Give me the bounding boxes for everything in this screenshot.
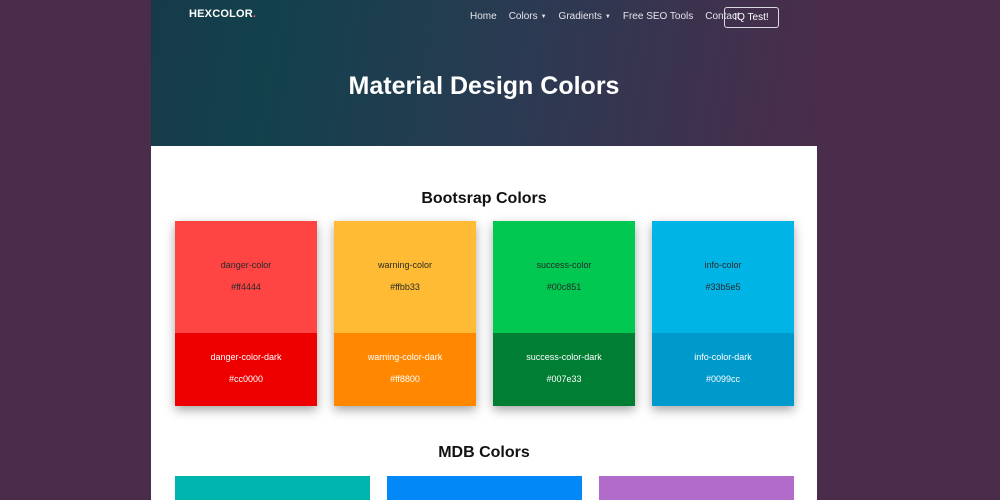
hero-header: HEXCOLOR. Home Colors ▼ Gradients ▼ Free… bbox=[151, 0, 817, 146]
color-hex-dark: #007e33 bbox=[546, 374, 582, 384]
brand-name: HEXCOLOR bbox=[189, 8, 253, 20]
color-swatch-danger-dark[interactable]: danger-color-dark #cc0000 bbox=[175, 333, 317, 406]
nav-free-seo-tools-label: Free SEO Tools bbox=[622, 11, 694, 22]
nav-free-seo-tools[interactable]: Free SEO Tools bbox=[623, 11, 693, 22]
color-swatch-success[interactable]: success-color #00c851 bbox=[493, 221, 635, 333]
caret-down-icon: ▼ bbox=[540, 13, 547, 20]
nav-gradients-label: Gradients bbox=[558, 11, 602, 22]
color-swatch-success-dark[interactable]: success-color-dark #007e33 bbox=[493, 333, 635, 406]
color-hex: #ffbb33 bbox=[390, 282, 420, 292]
color-hex-dark: #cc0000 bbox=[228, 374, 264, 384]
color-name-dark: warning-color-dark bbox=[367, 352, 443, 362]
color-hex: #00c851 bbox=[546, 282, 582, 292]
color-card-success[interactable]: success-color #00c851 success-color-dark… bbox=[493, 221, 635, 406]
color-name: warning-color bbox=[377, 260, 433, 270]
page-title: Material Design Colors bbox=[348, 72, 620, 100]
nav-colors-dropdown[interactable]: Colors ▼ bbox=[509, 11, 547, 22]
page-container: HEXCOLOR. Home Colors ▼ Gradients ▼ Free… bbox=[151, 0, 817, 500]
color-name: success-color bbox=[536, 260, 592, 270]
color-swatch-danger[interactable]: danger-color #ff4444 bbox=[175, 221, 317, 333]
color-swatch-info[interactable]: info-color #33b5e5 bbox=[652, 221, 794, 333]
nav-colors-label: Colors bbox=[508, 11, 538, 22]
nav-home[interactable]: Home bbox=[470, 11, 497, 22]
color-hex: #ff4444 bbox=[231, 282, 261, 292]
color-hex-dark: #ff8800 bbox=[390, 374, 420, 384]
nav-home-label: Home bbox=[470, 11, 497, 22]
color-name-dark: info-color-dark bbox=[694, 352, 752, 362]
mdb-color-cards bbox=[175, 476, 794, 500]
bootstrap-color-cards: danger-color #ff4444 danger-color-dark #… bbox=[175, 221, 794, 406]
color-card-info[interactable]: info-color #33b5e5 info-color-dark #0099… bbox=[652, 221, 794, 406]
color-swatch-warning[interactable]: warning-color #ffbb33 bbox=[334, 221, 476, 333]
main-nav: Home Colors ▼ Gradients ▼ Free SEO Tools… bbox=[470, 11, 752, 22]
mdb-color-card[interactable] bbox=[175, 476, 370, 500]
color-name-dark: danger-color-dark bbox=[210, 352, 282, 362]
brand-dot: . bbox=[252, 8, 257, 20]
color-name: danger-color bbox=[220, 260, 272, 270]
color-hex: #33b5e5 bbox=[705, 282, 741, 292]
color-swatch-warning-dark[interactable]: warning-color-dark #ff8800 bbox=[334, 333, 476, 406]
caret-down-icon: ▼ bbox=[604, 13, 611, 20]
iq-test-button[interactable]: IQ Test! bbox=[724, 7, 779, 28]
color-name-dark: success-color-dark bbox=[526, 352, 602, 362]
mdb-color-card[interactable] bbox=[387, 476, 582, 500]
color-card-warning[interactable]: warning-color #ffbb33 warning-color-dark… bbox=[334, 221, 476, 406]
bootstrap-section-title: Bootsrap Colors bbox=[421, 190, 547, 207]
color-name: info-color bbox=[704, 260, 742, 270]
nav-gradients-dropdown[interactable]: Gradients ▼ bbox=[559, 11, 611, 22]
mdb-color-card[interactable] bbox=[599, 476, 794, 500]
brand-logo[interactable]: HEXCOLOR. bbox=[189, 8, 256, 20]
mdb-section-title: MDB Colors bbox=[438, 444, 530, 461]
color-hex-dark: #0099cc bbox=[705, 374, 741, 384]
color-swatch-info-dark[interactable]: info-color-dark #0099cc bbox=[652, 333, 794, 406]
color-card-danger[interactable]: danger-color #ff4444 danger-color-dark #… bbox=[175, 221, 317, 406]
